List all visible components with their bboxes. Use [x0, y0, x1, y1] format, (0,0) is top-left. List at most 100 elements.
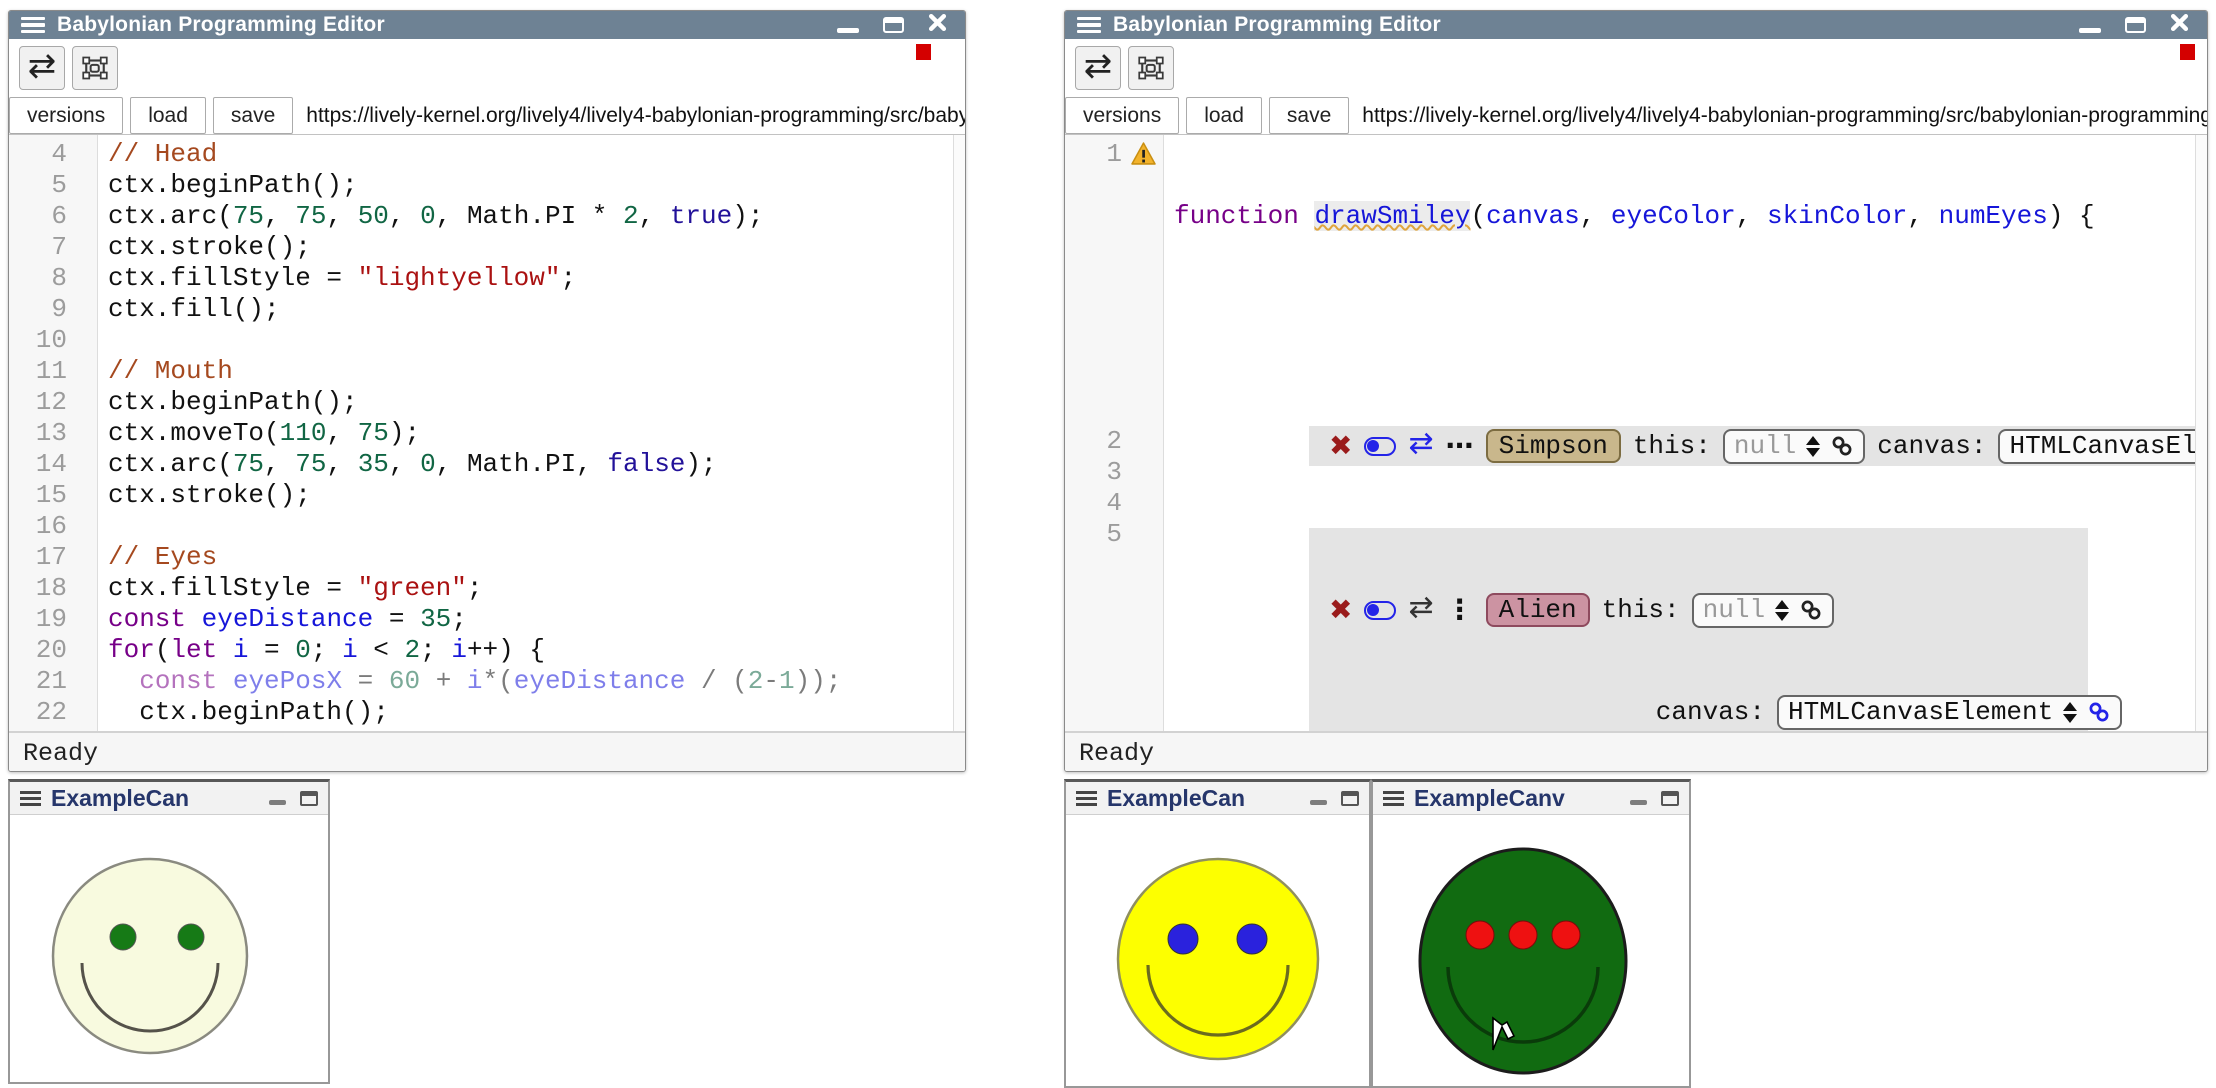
- line-number[interactable]: 19: [9, 604, 97, 635]
- vertical-scrollbar[interactable]: [953, 135, 965, 731]
- toggle-layout-button[interactable]: ⇄: [1075, 46, 1121, 90]
- line-number[interactable]: 18: [9, 573, 97, 604]
- tab-versions[interactable]: versions: [1065, 97, 1179, 134]
- line-number[interactable]: 21: [9, 666, 97, 697]
- minimize-icon[interactable]: [2079, 28, 2101, 33]
- tab-load[interactable]: load: [130, 97, 206, 134]
- code-line: ctx.moveTo(110, 75);: [108, 418, 953, 449]
- maximize-icon[interactable]: [1341, 791, 1359, 806]
- value-box-canvas[interactable]: HTMLCanvasElement: [1777, 695, 2122, 730]
- binding-row-canvas: canvas: HTMLCanvasElement: [1309, 692, 2088, 731]
- delete-example-icon[interactable]: ✖: [1329, 432, 1352, 460]
- line-number[interactable]: 13: [9, 418, 97, 449]
- babylonian-editor-window-left: Babylonian Programming Editor ⇄ versions…: [8, 10, 966, 772]
- code-line: ctx.fillStyle = "green";: [108, 573, 953, 604]
- smiley-canvas[interactable]: [1066, 815, 1369, 1088]
- line-number[interactable]: 7: [9, 232, 97, 263]
- line-number[interactable]: 4: [1065, 488, 1163, 519]
- window-menu-icon[interactable]: [1383, 791, 1404, 806]
- line-number[interactable]: 10: [9, 325, 97, 356]
- line-number[interactable]: 5: [1065, 519, 1163, 550]
- transform-mode-button[interactable]: [72, 46, 118, 90]
- value-box-this[interactable]: null: [1723, 429, 1865, 464]
- window-menu-icon[interactable]: [20, 791, 41, 806]
- status-bar: Ready: [1065, 731, 2207, 772]
- maximize-icon[interactable]: [2125, 17, 2146, 33]
- line-number[interactable]: 16: [9, 511, 97, 542]
- line-number-gutter[interactable]: 1 2345: [1065, 135, 1164, 731]
- window-menu-icon[interactable]: [1076, 791, 1097, 806]
- line-number[interactable]: 2: [1065, 426, 1163, 457]
- line-number[interactable]: 14: [9, 449, 97, 480]
- tab-save[interactable]: save: [1269, 97, 1349, 134]
- line-number[interactable]: 17: [9, 542, 97, 573]
- window-menu-icon[interactable]: [21, 17, 45, 34]
- line-number[interactable]: 22: [9, 697, 97, 728]
- swap-arrows-icon[interactable]: ⇄: [1408, 593, 1433, 623]
- more-options-icon[interactable]: ⋯: [1446, 432, 1474, 460]
- minimize-icon[interactable]: [1630, 800, 1647, 805]
- close-icon[interactable]: [928, 13, 947, 37]
- line-number[interactable]: 6: [9, 201, 97, 232]
- line-number[interactable]: 8: [9, 263, 97, 294]
- example-row-simpson: ✖ ⇄ ⋯ Simpson this: null canvas:: [1309, 426, 2195, 466]
- titlebar[interactable]: ExampleCan: [1066, 782, 1369, 815]
- tab-versions[interactable]: versions: [9, 97, 123, 134]
- close-icon[interactable]: [2170, 13, 2189, 37]
- desktop: Babylonian Programming Editor ⇄ versions…: [0, 0, 2216, 1088]
- link-icon[interactable]: [1830, 434, 1854, 458]
- value-box-this[interactable]: null: [1692, 593, 1834, 628]
- example-badge-simpson[interactable]: Simpson: [1486, 429, 1621, 463]
- code-line: ctx.beginPath();: [108, 170, 953, 201]
- example-canvas-window-1: ExampleCan: [8, 779, 330, 1084]
- link-icon[interactable]: [2087, 700, 2111, 724]
- delete-example-icon[interactable]: ✖: [1329, 596, 1352, 624]
- smiley-canvas[interactable]: [1373, 815, 1689, 1088]
- spinner-icon[interactable]: [2063, 702, 2077, 723]
- maximize-icon[interactable]: [1661, 791, 1679, 806]
- swap-arrows-icon: ⇄: [1084, 49, 1113, 83]
- vertical-scrollbar[interactable]: [2195, 135, 2207, 731]
- url-field[interactable]: https://lively-kernel.org/lively4/lively…: [1356, 97, 2207, 134]
- url-field[interactable]: https://lively-kernel.org/lively4/lively…: [300, 97, 965, 134]
- minimize-icon[interactable]: [1310, 800, 1327, 805]
- transform-mode-button[interactable]: [1128, 46, 1174, 90]
- line-number[interactable]: 11: [9, 356, 97, 387]
- toggle-layout-button[interactable]: ⇄: [19, 46, 65, 90]
- line-number[interactable]: 5: [9, 170, 97, 201]
- line-number[interactable]: 12: [9, 387, 97, 418]
- link-icon[interactable]: [1799, 598, 1823, 622]
- line-number[interactable]: 20: [9, 635, 97, 666]
- example-badge-alien[interactable]: Alien: [1486, 593, 1590, 627]
- line-number[interactable]: 9: [9, 294, 97, 325]
- tab-load[interactable]: load: [1186, 97, 1262, 134]
- tab-save[interactable]: save: [213, 97, 293, 134]
- smiley-canvas[interactable]: [10, 815, 328, 1084]
- titlebar[interactable]: Babylonian Programming Editor: [9, 11, 965, 39]
- code-editor[interactable]: // Headctx.beginPath();ctx.arc(75, 75, 5…: [98, 135, 953, 731]
- swap-arrows-icon[interactable]: ⇄: [1408, 429, 1433, 459]
- example-canvas-window-3: ExampleCanv: [1371, 779, 1691, 1088]
- example-widget-panel: ✖ ⇄ ⋯ Simpson this: null canvas:: [1309, 364, 2195, 731]
- maximize-icon[interactable]: [883, 17, 904, 33]
- code-editor[interactable]: function drawSmiley(canvas, eyeColor, sk…: [1164, 135, 2195, 731]
- spinner-icon[interactable]: [1806, 436, 1820, 457]
- maximize-icon[interactable]: [300, 791, 318, 806]
- value-box-canvas[interactable]: HTMLCanvasEle: [1998, 429, 2195, 464]
- titlebar[interactable]: Babylonian Programming Editor: [1065, 11, 2207, 39]
- example-toggle-icon[interactable]: [1364, 601, 1396, 620]
- code-line: for(let i = 0; i < 2; i++) {: [108, 635, 953, 666]
- titlebar[interactable]: ExampleCan: [10, 782, 328, 815]
- line-number[interactable]: 15: [9, 480, 97, 511]
- line-number[interactable]: 4: [9, 139, 97, 170]
- titlebar[interactable]: ExampleCanv: [1373, 782, 1689, 815]
- warning-icon[interactable]: [1131, 142, 1156, 165]
- minimize-icon[interactable]: [269, 800, 286, 805]
- minimize-icon[interactable]: [837, 28, 859, 33]
- line-number-gutter[interactable]: 45678910111213141516171819202122: [9, 135, 98, 731]
- spinner-icon[interactable]: [1775, 600, 1789, 621]
- example-toggle-icon[interactable]: [1364, 437, 1396, 456]
- line-number[interactable]: 3: [1065, 457, 1163, 488]
- window-menu-icon[interactable]: [1077, 17, 1101, 34]
- more-options-icon[interactable]: ⋮: [1446, 596, 1474, 624]
